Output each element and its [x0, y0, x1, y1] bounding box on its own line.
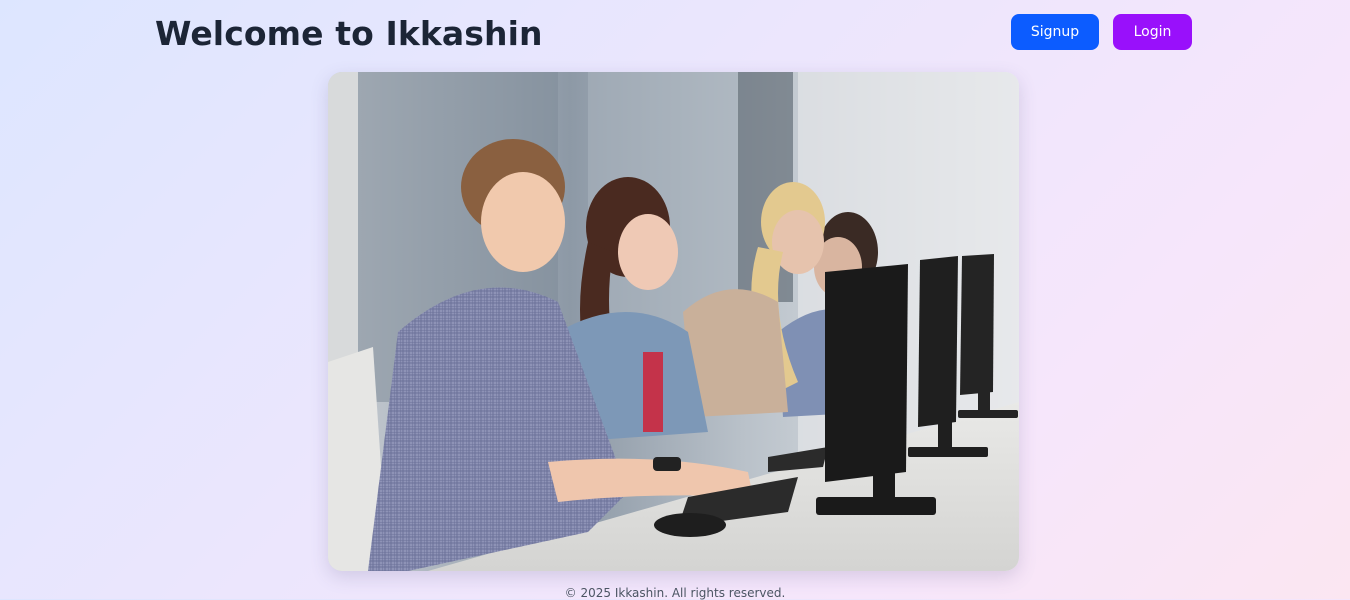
footer-copyright: © 2025 Ikkashin. All rights reserved.	[564, 586, 786, 600]
login-button[interactable]: Login	[1113, 14, 1192, 50]
hero-image	[328, 72, 1019, 571]
signup-button[interactable]: Signup	[1011, 14, 1099, 50]
page-title: Welcome to Ikkashin	[155, 14, 543, 53]
